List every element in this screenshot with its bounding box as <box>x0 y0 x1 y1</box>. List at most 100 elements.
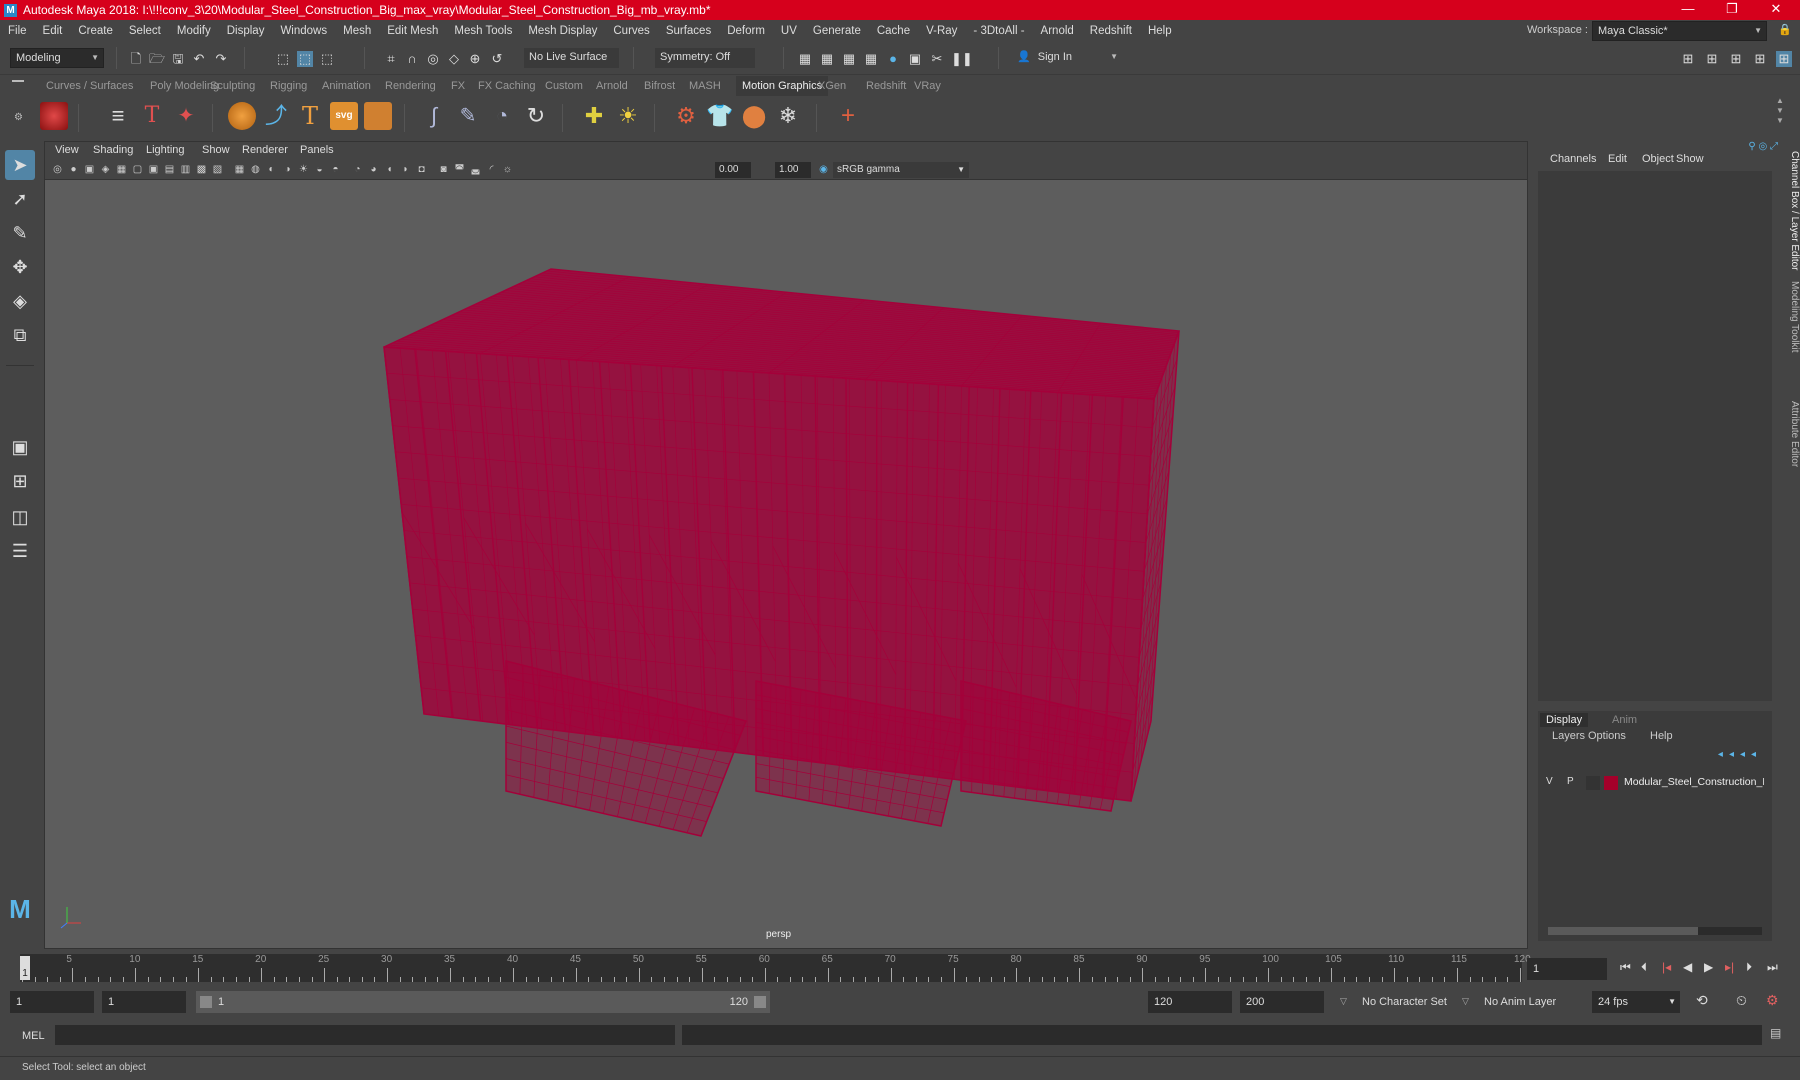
shirt-icon[interactable]: 👕 <box>706 102 734 130</box>
light-icon[interactable]: ☀ <box>614 102 642 130</box>
shelf-settings-icon[interactable]: ⚙ <box>14 112 23 123</box>
animation-prefs-icon[interactable]: ⚙ <box>1766 992 1779 1009</box>
viewport-menu-shading[interactable]: Shading <box>93 144 133 156</box>
isolate-select-icon[interactable]: ◗ <box>399 163 412 176</box>
wireframe-icon[interactable]: ▦ <box>233 163 246 176</box>
layer-name[interactable]: Modular_Steel_Construction_B <box>1624 776 1764 788</box>
locator-icon[interactable]: ✚ <box>580 102 608 130</box>
single-perspective-icon[interactable]: ▣ <box>5 432 35 462</box>
viewport-menu-renderer[interactable]: Renderer <box>242 144 288 156</box>
menu-surfaces[interactable]: Surfaces <box>658 20 719 42</box>
tool-settings-icon[interactable]: ⊞ <box>1728 51 1744 67</box>
playback-start-field[interactable]: 1 <box>102 991 186 1013</box>
play-backward-icon[interactable]: ◀ <box>1683 960 1692 974</box>
anti-aliasing-icon[interactable]: ◕ <box>367 163 380 176</box>
character-set-dropdown[interactable]: No Character Set <box>1356 991 1456 1013</box>
close-button[interactable]: ✕ <box>1754 0 1798 20</box>
redo-icon[interactable]: ↷ <box>213 51 229 67</box>
snap-grid-icon[interactable]: ⌗ <box>383 51 399 67</box>
snap-curve-icon[interactable]: ∩ <box>404 51 420 67</box>
ambient-occlusion-icon[interactable]: ◓ <box>329 163 342 176</box>
bookmark-icon[interactable]: ▣ <box>83 163 96 176</box>
menu-arnold[interactable]: Arnold <box>1033 20 1082 42</box>
four-view-icon[interactable]: ⊞ <box>5 466 35 496</box>
range-bar[interactable]: 1 120 <box>196 991 770 1013</box>
channel-box-menu-channels[interactable]: Channels <box>1550 153 1596 165</box>
image-plane-icon[interactable]: ◈ <box>99 163 112 176</box>
playback-end-field[interactable]: 120 <box>1148 991 1232 1013</box>
channel-box-menu-edit[interactable]: Edit <box>1608 153 1627 165</box>
select-tool-icon[interactable]: ➤ <box>5 150 35 180</box>
text-tool-icon[interactable]: T <box>138 102 166 130</box>
start-frame-field[interactable]: 1 <box>10 991 94 1013</box>
render-frame-icon[interactable]: ▦ <box>797 51 813 67</box>
new-scene-icon[interactable]: 🗋 <box>128 51 144 67</box>
curve-icon[interactable]: ⤴ <box>262 102 290 130</box>
mode-dropdown[interactable]: Modeling ▼ <box>10 48 104 68</box>
menu-mesh-tools[interactable]: Mesh Tools <box>446 20 520 42</box>
go-to-start-icon[interactable]: ⏮ <box>1620 960 1631 975</box>
layer-reference-toggle[interactable] <box>1586 776 1600 790</box>
shelf-tab-arnold[interactable]: Arnold <box>596 76 628 96</box>
menu-modify[interactable]: Modify <box>169 20 219 42</box>
viewport-menu-show[interactable]: Show <box>202 144 230 156</box>
menu-curves[interactable]: Curves <box>605 20 657 42</box>
panel-icons[interactable]: ⚲ ◎ ⤢ <box>1748 141 1778 152</box>
safe-title-icon[interactable]: ▧ <box>211 163 224 176</box>
shelf-tab-mash[interactable]: MASH <box>689 76 721 96</box>
shelf-tab-rigging[interactable]: Rigging <box>270 76 307 96</box>
gamma-field[interactable]: 1.00 <box>775 162 811 178</box>
snap-together-icon[interactable]: ↺ <box>489 51 505 67</box>
loop-icon[interactable]: ⟲ <box>1696 992 1708 1009</box>
shelf-tab-sculpting[interactable]: Sculpting <box>210 76 255 96</box>
go-to-end-icon[interactable]: ⏭ <box>1767 960 1778 975</box>
particle-icon[interactable]: ⬤ <box>740 102 768 130</box>
shelf-tab-motion-graphics[interactable]: Motion Graphics <box>736 76 829 96</box>
fps-dropdown[interactable]: 24 fps ▼ <box>1592 991 1680 1013</box>
resolution-gate-icon[interactable]: ▣ <box>147 163 160 176</box>
channel-box-menu-object[interactable]: Object <box>1642 153 1674 165</box>
menu-select[interactable]: Select <box>121 20 169 42</box>
outliner-icon[interactable]: ⊞ <box>1752 51 1768 67</box>
shelf-tab-custom[interactable]: Custom <box>545 76 583 96</box>
sign-in-dropdown[interactable]: 👤 Sign In ▼ <box>1012 48 1122 68</box>
channel-box-area[interactable] <box>1538 171 1772 701</box>
select-hierarchy-icon[interactable]: ⬚ <box>275 51 291 67</box>
open-scene-icon[interactable]: 🗁 <box>149 51 165 67</box>
ipr-render-icon[interactable]: ▦ <box>819 51 835 67</box>
menu-create[interactable]: Create <box>70 20 121 42</box>
textured-icon[interactable]: ◑ <box>281 163 294 176</box>
layer-action-icons[interactable]: ◂◂◂◂ <box>1718 749 1762 760</box>
sphere-icon[interactable] <box>228 102 256 130</box>
vray-ipr-icon[interactable]: ▣ <box>907 51 923 67</box>
select-component-icon[interactable]: ⬚ <box>319 51 335 67</box>
step-back-key-icon[interactable]: ⏴ <box>1641 960 1647 975</box>
xray-joints-icon[interactable]: ◙ <box>437 163 450 176</box>
snap-view-plane-icon[interactable]: ◇ <box>446 51 462 67</box>
color-space-dropdown[interactable]: sRGB gamma ▼ <box>833 162 969 178</box>
mash-network-icon[interactable] <box>40 102 68 130</box>
wireframe-model[interactable] <box>45 180 1529 950</box>
current-frame-marker[interactable]: 1 <box>20 956 30 980</box>
select-object-icon[interactable]: ⬚ <box>297 51 313 67</box>
shelf-tab-bifrost[interactable]: Bifrost <box>644 76 675 96</box>
command-input[interactable] <box>55 1025 675 1045</box>
layer-row[interactable]: V P Modular_Steel_Construction_B <box>1538 773 1772 793</box>
menu-edit[interactable]: Edit <box>35 20 71 42</box>
brush-icon[interactable]: ✎ <box>454 102 482 130</box>
side-tab-modeling-toolkit[interactable]: Modeling Toolkit <box>1784 281 1800 353</box>
two-panel-icon[interactable]: ◫ <box>5 502 35 532</box>
shelf-tab-animation[interactable]: Animation <box>322 76 371 96</box>
menu-cache[interactable]: Cache <box>869 20 918 42</box>
exposure-field[interactable]: 0.00 <box>715 162 751 178</box>
spiral-icon[interactable]: ↻ <box>522 102 550 130</box>
use-all-lights-icon[interactable]: ☀ <box>297 163 310 176</box>
menu-generate[interactable]: Generate <box>805 20 869 42</box>
color-management-icon[interactable]: ◉ <box>817 163 830 176</box>
pause-icon[interactable]: ❚❚ <box>951 51 973 67</box>
plus-icon[interactable]: + <box>834 102 862 130</box>
resolution-icon[interactable]: ◜ <box>485 163 498 176</box>
depth-of-field-icon[interactable]: ◖ <box>383 163 396 176</box>
rotate-tool-icon[interactable]: ◈ <box>5 286 35 316</box>
save-scene-icon[interactable]: 🖫 <box>170 51 186 67</box>
